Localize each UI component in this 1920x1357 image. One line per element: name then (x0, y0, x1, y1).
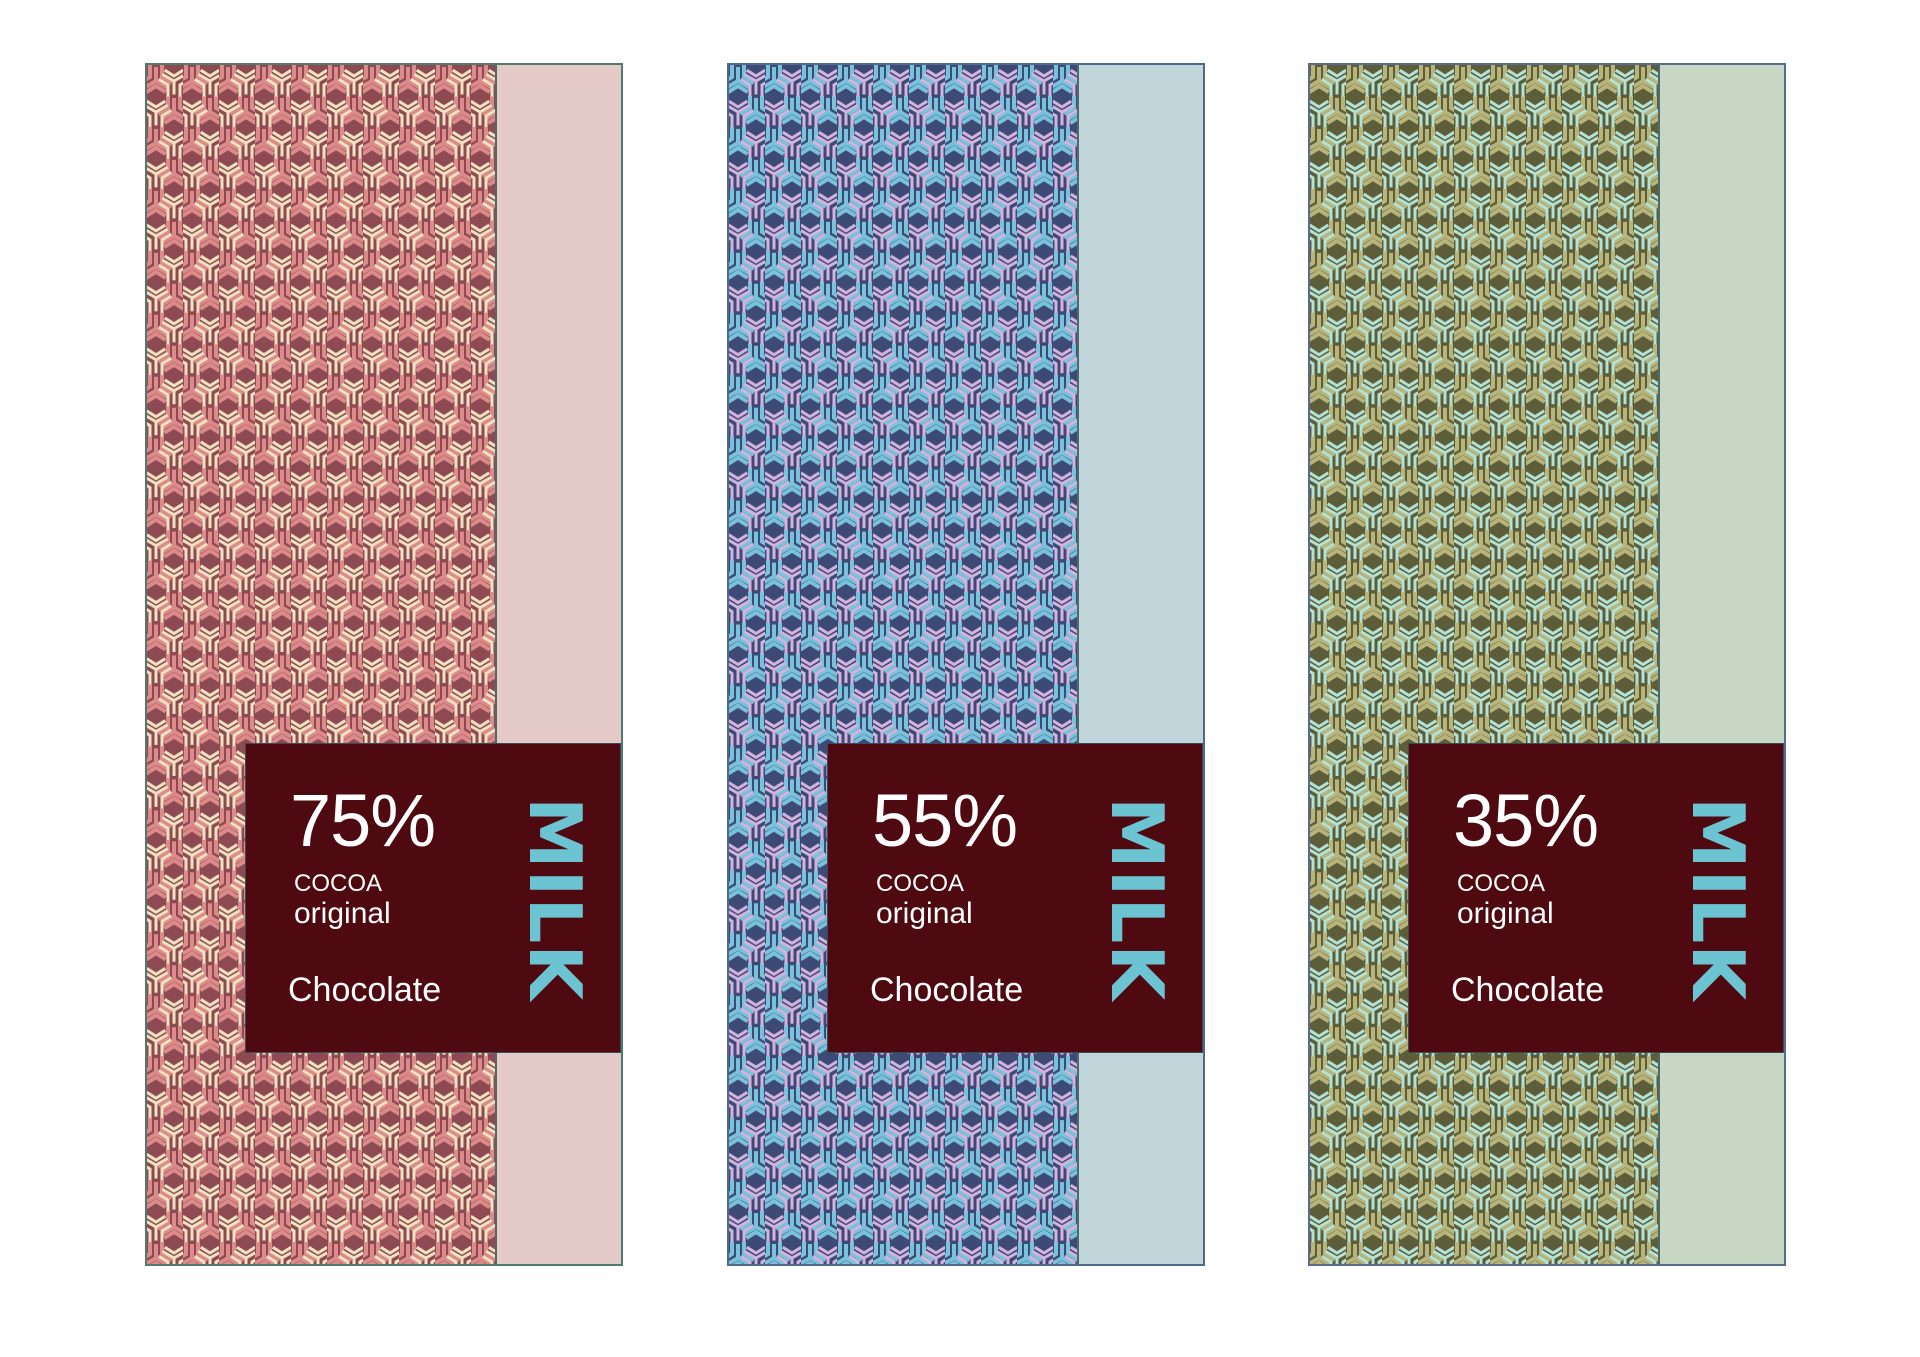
cocoa-percent: 55% (872, 779, 1018, 862)
chocolate-text: Chocolate (1451, 971, 1605, 1009)
original-text: original (294, 897, 391, 930)
side-band (1658, 65, 1784, 1264)
chocolate-wrapper-35: 35% COCOA original Chocolate MILK (1308, 63, 1786, 1266)
original-text: original (876, 897, 973, 930)
cocoa-text: COCOA (876, 870, 965, 897)
chocolate-text: Chocolate (288, 971, 442, 1009)
chocolate-text: Chocolate (870, 971, 1024, 1009)
pattern-panel (1310, 65, 1658, 1264)
product-label: 75% COCOA original Chocolate MILK (245, 743, 621, 1053)
pattern-panel (729, 65, 1077, 1264)
cocoa-text: COCOA (294, 870, 383, 897)
pattern-panel (147, 65, 495, 1264)
cocoa-percent: 35% (1453, 779, 1599, 862)
side-band (495, 65, 621, 1264)
milk-text: MILK (513, 797, 597, 1002)
original-text: original (1457, 897, 1554, 930)
chocolate-wrapper-55: 55% COCOA original Chocolate MILK (727, 63, 1205, 1266)
product-label: 55% COCOA original Chocolate MILK (827, 743, 1203, 1053)
cocoa-percent: 75% (290, 779, 436, 862)
product-label: 35% COCOA original Chocolate MILK (1408, 743, 1784, 1053)
side-band (1077, 65, 1203, 1264)
chocolate-wrapper-75: 75% COCOA original Chocolate MILK (145, 63, 623, 1266)
milk-text: MILK (1095, 797, 1179, 1002)
milk-text: MILK (1676, 797, 1760, 1002)
cocoa-text: COCOA (1457, 870, 1546, 897)
